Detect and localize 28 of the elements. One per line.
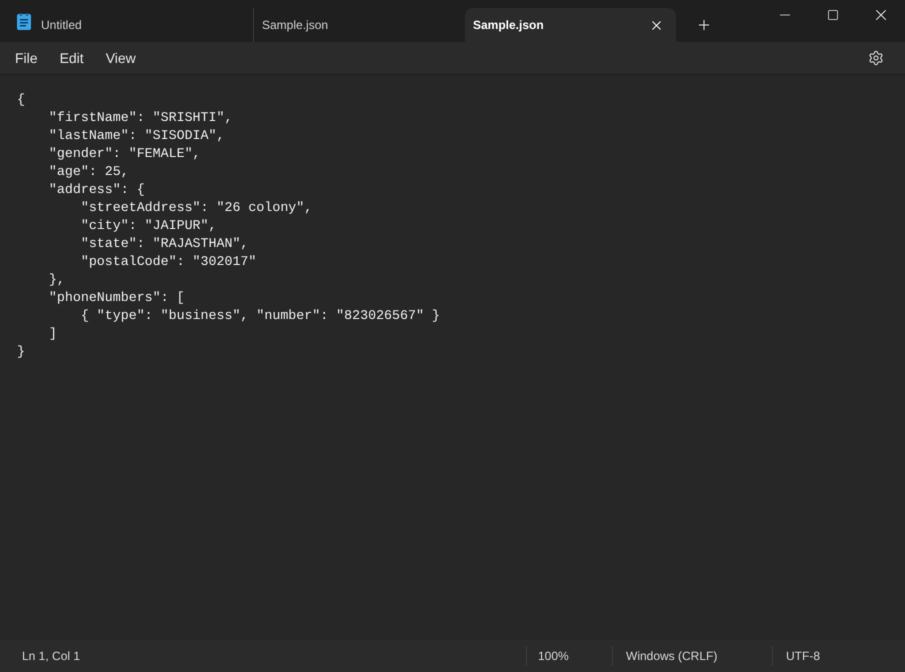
code-line: "postalCode": "302017" <box>80 253 256 271</box>
code-line: "firstName": "SRISHTI", <box>48 109 232 127</box>
encoding: UTF-8 <box>772 646 905 666</box>
code-line: "streetAddress": "26 colony", <box>80 199 312 217</box>
zoom-level: 100% <box>526 646 612 666</box>
notepad-icon <box>17 12 31 30</box>
tab[interactable]: Sample.json <box>465 8 676 42</box>
code-line: "lastName": "SISODIA", <box>48 127 224 145</box>
code-line: "age": 25, <box>48 163 129 181</box>
code-line: "gender": "FEMALE", <box>48 145 201 163</box>
code-line: "state": "RAJASTHAN", <box>80 235 248 253</box>
code-line: "phoneNumbers": [ <box>48 289 185 307</box>
new-tab-icon[interactable] <box>696 17 712 33</box>
code-line: }, <box>48 271 65 289</box>
code-line: ] <box>48 325 57 343</box>
cursor-position: Ln 1, Col 1 <box>21 648 82 665</box>
menu-item[interactable]: File <box>4 44 49 72</box>
tab[interactable]: Untitled <box>41 8 253 42</box>
menu-item[interactable]: Edit <box>48 44 95 72</box>
code-line: "city": "JAIPUR", <box>80 217 216 235</box>
code-line: "address": { <box>48 181 145 199</box>
code-line: { <box>17 91 25 109</box>
menu-item[interactable]: View <box>94 44 147 72</box>
code-line: { "type": "business", "number": "823026567" } <box>80 307 440 325</box>
settings-icon[interactable] <box>868 50 884 66</box>
line-ending: Windows (CRLF) <box>612 646 772 666</box>
code-line: } <box>17 343 25 361</box>
maximize-icon[interactable] <box>827 9 839 21</box>
